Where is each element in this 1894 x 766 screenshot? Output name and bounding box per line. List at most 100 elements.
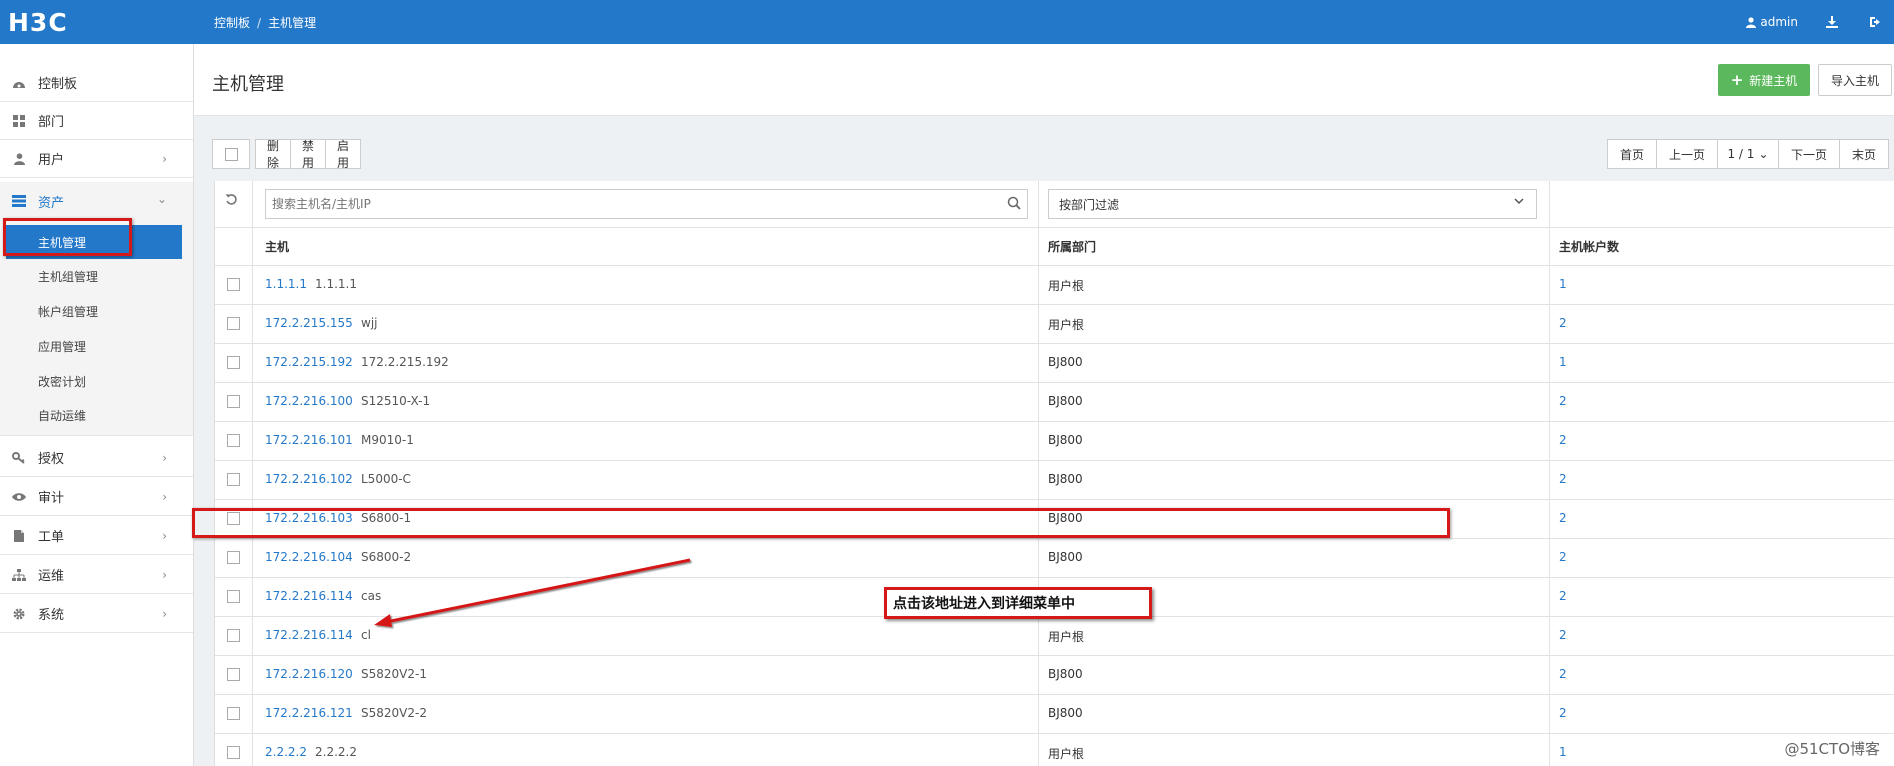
host-ip-link[interactable]: 172.2.216.104 — [265, 550, 353, 564]
host-department: 用户根 — [1048, 747, 1085, 761]
sidebar-item-authorization[interactable]: 授权 › — [0, 439, 193, 477]
refresh-button[interactable] — [225, 193, 238, 209]
highlight-box-submenu — [3, 218, 132, 256]
host-ip-link[interactable]: 172.2.216.121 — [265, 706, 353, 720]
table-row[interactable]: 172.2.216.104 S6800-2 BJ800 2 — [215, 538, 1894, 577]
host-account-count-link[interactable]: 2 — [1559, 667, 1567, 681]
host-account-count-link[interactable]: 2 — [1559, 433, 1567, 447]
prev-page-button[interactable]: 上一页 — [1656, 139, 1718, 169]
next-page-button[interactable]: 下一页 — [1778, 139, 1840, 169]
sidebar-item-system[interactable]: 系统 › — [0, 595, 193, 633]
submenu-app-management[interactable]: 应用管理 — [0, 329, 193, 363]
search-icon[interactable] — [1007, 196, 1021, 210]
row-checkbox[interactable] — [227, 356, 240, 369]
row-checkbox[interactable] — [227, 317, 240, 330]
row-checkbox[interactable] — [227, 473, 240, 486]
host-account-count-link[interactable]: 2 — [1559, 628, 1567, 642]
host-department: BJ800 — [1048, 706, 1083, 720]
host-ip-link[interactable]: 172.2.215.192 — [265, 355, 353, 369]
page-select[interactable]: 1 / 1 ⌄ — [1717, 139, 1779, 169]
host-account-count-link[interactable]: 2 — [1559, 316, 1567, 330]
host-account-count-link[interactable]: 1 — [1559, 277, 1567, 291]
sidebar-item-users[interactable]: 用户 › — [0, 140, 193, 178]
host-ip-link[interactable]: 172.2.216.120 — [265, 667, 353, 681]
host-name: M9010-1 — [361, 433, 414, 447]
sidebar-item-assets[interactable]: 资产 ⌄ — [0, 182, 193, 220]
sidebar-item-dashboard[interactable]: 控制板 — [0, 64, 193, 102]
host-account-count-link[interactable]: 2 — [1559, 589, 1567, 603]
submenu-password-plan[interactable]: 改密计划 — [0, 364, 193, 398]
sidebar-item-operations[interactable]: 运维 › — [0, 556, 193, 594]
host-account-count-link[interactable]: 1 — [1559, 355, 1567, 369]
table-row[interactable]: 172.2.216.120 S5820V2-1 BJ800 2 — [215, 655, 1894, 694]
table-row[interactable]: 172.2.215.192 172.2.215.192 BJ800 1 — [215, 343, 1894, 382]
download-button[interactable] — [1826, 16, 1842, 28]
row-checkbox[interactable] — [227, 746, 240, 759]
host-ip-link[interactable]: 172.2.215.155 — [265, 316, 353, 330]
new-host-button[interactable]: + 新建主机 — [1718, 64, 1810, 96]
table-row[interactable]: 172.2.216.121 S5820V2-2 BJ800 2 — [215, 694, 1894, 733]
table-row[interactable]: 172.2.216.114 cl 用户根 2 — [215, 616, 1894, 655]
sidebar-item-audit[interactable]: 审计 › — [0, 478, 193, 516]
submenu-host-group-management[interactable]: 主机组管理 — [0, 259, 193, 293]
last-page-button[interactable]: 末页 — [1839, 139, 1889, 169]
chevron-down-icon: ⌄ — [156, 192, 167, 206]
row-checkbox[interactable] — [227, 278, 240, 291]
first-page-button[interactable]: 首页 — [1607, 139, 1657, 169]
table-row[interactable]: 172.2.215.155 wjj 用户根 2 — [215, 304, 1894, 343]
host-department: BJ800 — [1048, 472, 1083, 486]
row-checkbox[interactable] — [227, 629, 240, 642]
chevron-down-icon — [1514, 198, 1524, 205]
row-checkbox[interactable] — [227, 707, 240, 720]
host-department: 用户根 — [1048, 318, 1085, 332]
sidebar-item-tickets[interactable]: 工单 › — [0, 517, 193, 555]
row-checkbox[interactable] — [227, 434, 240, 447]
main-content: 主机管理 + 新建主机 导入主机 删除 禁用 启用 首页 上一页 1 / 1 ⌄ 下… — [192, 44, 1894, 766]
table-row[interactable]: 172.2.216.101 M9010-1 BJ800 2 — [215, 421, 1894, 460]
row-checkbox[interactable] — [227, 395, 240, 408]
top-bar: H3C 控制板 / 主机管理 admin — [0, 0, 1894, 44]
document-icon — [12, 529, 26, 543]
table-row[interactable]: 2.2.2.2 2.2.2.2 用户根 1 — [215, 733, 1894, 766]
refresh-icon — [225, 194, 237, 205]
host-name: 172.2.215.192 — [361, 355, 449, 369]
sidebar-item-departments[interactable]: 部门 — [0, 102, 193, 140]
breadcrumb-home[interactable]: 控制板 — [214, 16, 250, 30]
delete-button[interactable]: 删除 — [255, 139, 292, 170]
host-ip-link[interactable]: 2.2.2.2 — [265, 745, 307, 759]
user-menu[interactable]: admin — [1746, 15, 1798, 29]
disable-button[interactable]: 禁用 — [290, 139, 327, 170]
table-row[interactable]: 172.2.216.100 S12510-X-1 BJ800 2 — [215, 382, 1894, 421]
host-ip-link[interactable]: 172.2.216.102 — [265, 472, 353, 486]
submenu-account-group-management[interactable]: 帐户组管理 — [0, 294, 193, 328]
host-ip-link[interactable]: 1.1.1.1 — [265, 277, 307, 291]
table-row[interactable]: 172.2.216.102 L5000-C BJ800 2 — [215, 460, 1894, 499]
department-filter-select[interactable]: 按部门过滤 — [1048, 189, 1537, 219]
select-all-checkbox[interactable] — [212, 139, 250, 169]
brand-logo[interactable]: H3C — [0, 0, 194, 44]
host-ip-link[interactable]: 172.2.216.114 — [265, 589, 353, 603]
host-account-count-link[interactable]: 1 — [1559, 745, 1567, 759]
dashboard-icon — [12, 76, 26, 90]
host-name: S6800-2 — [361, 550, 412, 564]
host-account-count-link[interactable]: 2 — [1559, 394, 1567, 408]
table-row[interactable]: 1.1.1.1 1.1.1.1 用户根 1 — [215, 265, 1894, 304]
host-search-input[interactable] — [266, 190, 966, 218]
host-ip-link[interactable]: 172.2.216.101 — [265, 433, 353, 447]
row-checkbox[interactable] — [227, 551, 240, 564]
logout-button[interactable] — [1870, 16, 1886, 28]
host-ip-link[interactable]: 172.2.216.114 — [265, 628, 353, 642]
host-ip-link[interactable]: 172.2.216.100 — [265, 394, 353, 408]
enable-button[interactable]: 启用 — [325, 139, 362, 170]
host-account-count-link[interactable]: 2 — [1559, 550, 1567, 564]
chevron-right-icon: › — [162, 607, 167, 621]
bulk-action-group: 删除 禁用 启用 — [255, 139, 362, 170]
host-department: BJ800 — [1048, 355, 1083, 369]
host-account-count-link[interactable]: 2 — [1559, 511, 1567, 525]
row-checkbox[interactable] — [227, 668, 240, 681]
submenu-auto-ops[interactable]: 自动运维 — [0, 398, 193, 432]
host-account-count-link[interactable]: 2 — [1559, 472, 1567, 486]
host-account-count-link[interactable]: 2 — [1559, 706, 1567, 720]
import-host-button[interactable]: 导入主机 — [1818, 64, 1892, 96]
row-checkbox[interactable] — [227, 590, 240, 603]
